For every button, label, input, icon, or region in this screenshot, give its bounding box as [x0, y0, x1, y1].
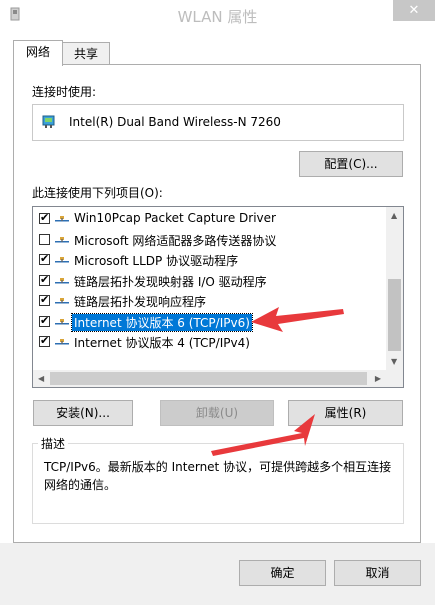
list-item[interactable]: ✔ Microsoft LLDP 协议驱动程序	[33, 250, 385, 270]
scroll-down-icon[interactable]: ▼	[391, 357, 397, 366]
description-title: 描述	[38, 435, 69, 452]
tab-network[interactable]: 网络	[13, 40, 63, 66]
uninstall-button[interactable]: 卸载(U)	[160, 400, 274, 426]
item-checkbox[interactable]: ✔	[39, 313, 50, 327]
adapter-name: Intel(R) Dual Band Wireless-N 7260	[69, 115, 281, 129]
items-label: 此连接使用下列项目(O):	[32, 186, 163, 200]
checkmark-icon: ✔	[40, 313, 50, 327]
wlan-properties-dialog: WLAN 属性 ✕ 网络 共享 连接时使用: Intel(R) Dual Ban…	[0, 0, 435, 605]
list-item[interactable]: Microsoft 网络适配器多路传送器协议	[33, 230, 385, 250]
close-button[interactable]: ✕	[393, 0, 435, 21]
protocol-icon	[55, 339, 69, 345]
title-bar: WLAN 属性 ✕	[0, 0, 435, 30]
item-checkbox[interactable]: ✔	[39, 272, 50, 286]
item-checkbox[interactable]: ✔	[39, 252, 50, 265]
protocol-icon	[55, 216, 69, 222]
protocol-icon	[55, 257, 69, 263]
list-item-label: 链路层拓扑发现映射器 I/O 驱动程序	[74, 274, 267, 289]
install-button[interactable]: 安装(N)...	[33, 400, 133, 426]
protocol-icon	[55, 318, 69, 324]
protocol-icon	[55, 277, 69, 283]
list-item-label: Microsoft 网络适配器多路传送器协议	[74, 233, 277, 248]
checkmark-icon: ✔	[40, 272, 50, 286]
protocol-icon	[55, 298, 69, 304]
item-checkbox[interactable]: ✔	[39, 211, 50, 224]
checkmark-icon: ✔	[40, 293, 50, 306]
configure-button[interactable]: 配置(C)...	[299, 151, 403, 177]
scroll-right-icon[interactable]: ▶	[375, 374, 381, 383]
ok-button[interactable]: 确定	[239, 560, 326, 586]
cancel-button[interactable]: 取消	[334, 560, 421, 586]
item-checkbox[interactable]	[39, 233, 50, 245]
list-item-label: Win10Pcap Packet Capture Driver	[74, 211, 276, 225]
components-list[interactable]: ✔ Win10Pcap Packet Capture Driver Microsof…	[32, 206, 404, 388]
vertical-scroll-thumb[interactable]	[388, 279, 401, 351]
list-item[interactable]: ✔ Win10Pcap Packet Capture Driver	[33, 209, 385, 229]
list-item[interactable]: ✔ 链路层拓扑发现映射器 I/O 驱动程序	[33, 271, 385, 291]
vertical-scrollbar[interactable]: ▲ ▼	[386, 207, 403, 370]
list-item-label: Internet 协议版本 6 (TCP/IPv6)	[71, 312, 253, 332]
list-item-label: 链路层拓扑发现响应程序	[74, 295, 207, 309]
network-card-icon	[42, 115, 55, 128]
protocol-icon	[55, 236, 69, 242]
description-text: TCP/IPv6。最新版本的 Internet 协议，可提供跨越多个相互连接网络…	[44, 460, 392, 492]
tab-sharing[interactable]: 共享	[62, 42, 110, 64]
item-checkbox[interactable]: ✔	[39, 293, 50, 306]
list-item[interactable]: ✔ 链路层拓扑发现响应程序	[33, 291, 385, 311]
connect-using-label: 连接时使用:	[32, 85, 97, 99]
scroll-up-icon[interactable]: ▲	[391, 211, 397, 220]
list-item-label: Microsoft LLDP 协议驱动程序	[74, 254, 239, 268]
adapter-field: Intel(R) Dual Band Wireless-N 7260	[32, 104, 404, 141]
scroll-left-icon[interactable]: ◀	[38, 374, 44, 383]
checkmark-icon: ✔	[40, 211, 50, 224]
list-item[interactable]: ✔ Internet 协议版本 6 (TCP/IPv6)	[33, 312, 385, 332]
window-title: WLAN 属性	[177, 8, 258, 26]
horizontal-scroll-thumb[interactable]	[50, 372, 367, 385]
item-checkbox[interactable]: ✔	[39, 334, 50, 347]
properties-button[interactable]: 属性(R)	[288, 400, 403, 426]
list-item[interactable]: ✔ Internet 协议版本 4 (TCP/IPv4)	[33, 332, 385, 352]
list-item-label: Internet 协议版本 4 (TCP/IPv4)	[74, 336, 250, 350]
checkmark-icon: ✔	[40, 252, 50, 265]
horizontal-scrollbar[interactable]: ◀ ▶	[33, 370, 386, 387]
checkmark-icon: ✔	[40, 334, 50, 347]
scrollbar-corner	[386, 370, 403, 387]
